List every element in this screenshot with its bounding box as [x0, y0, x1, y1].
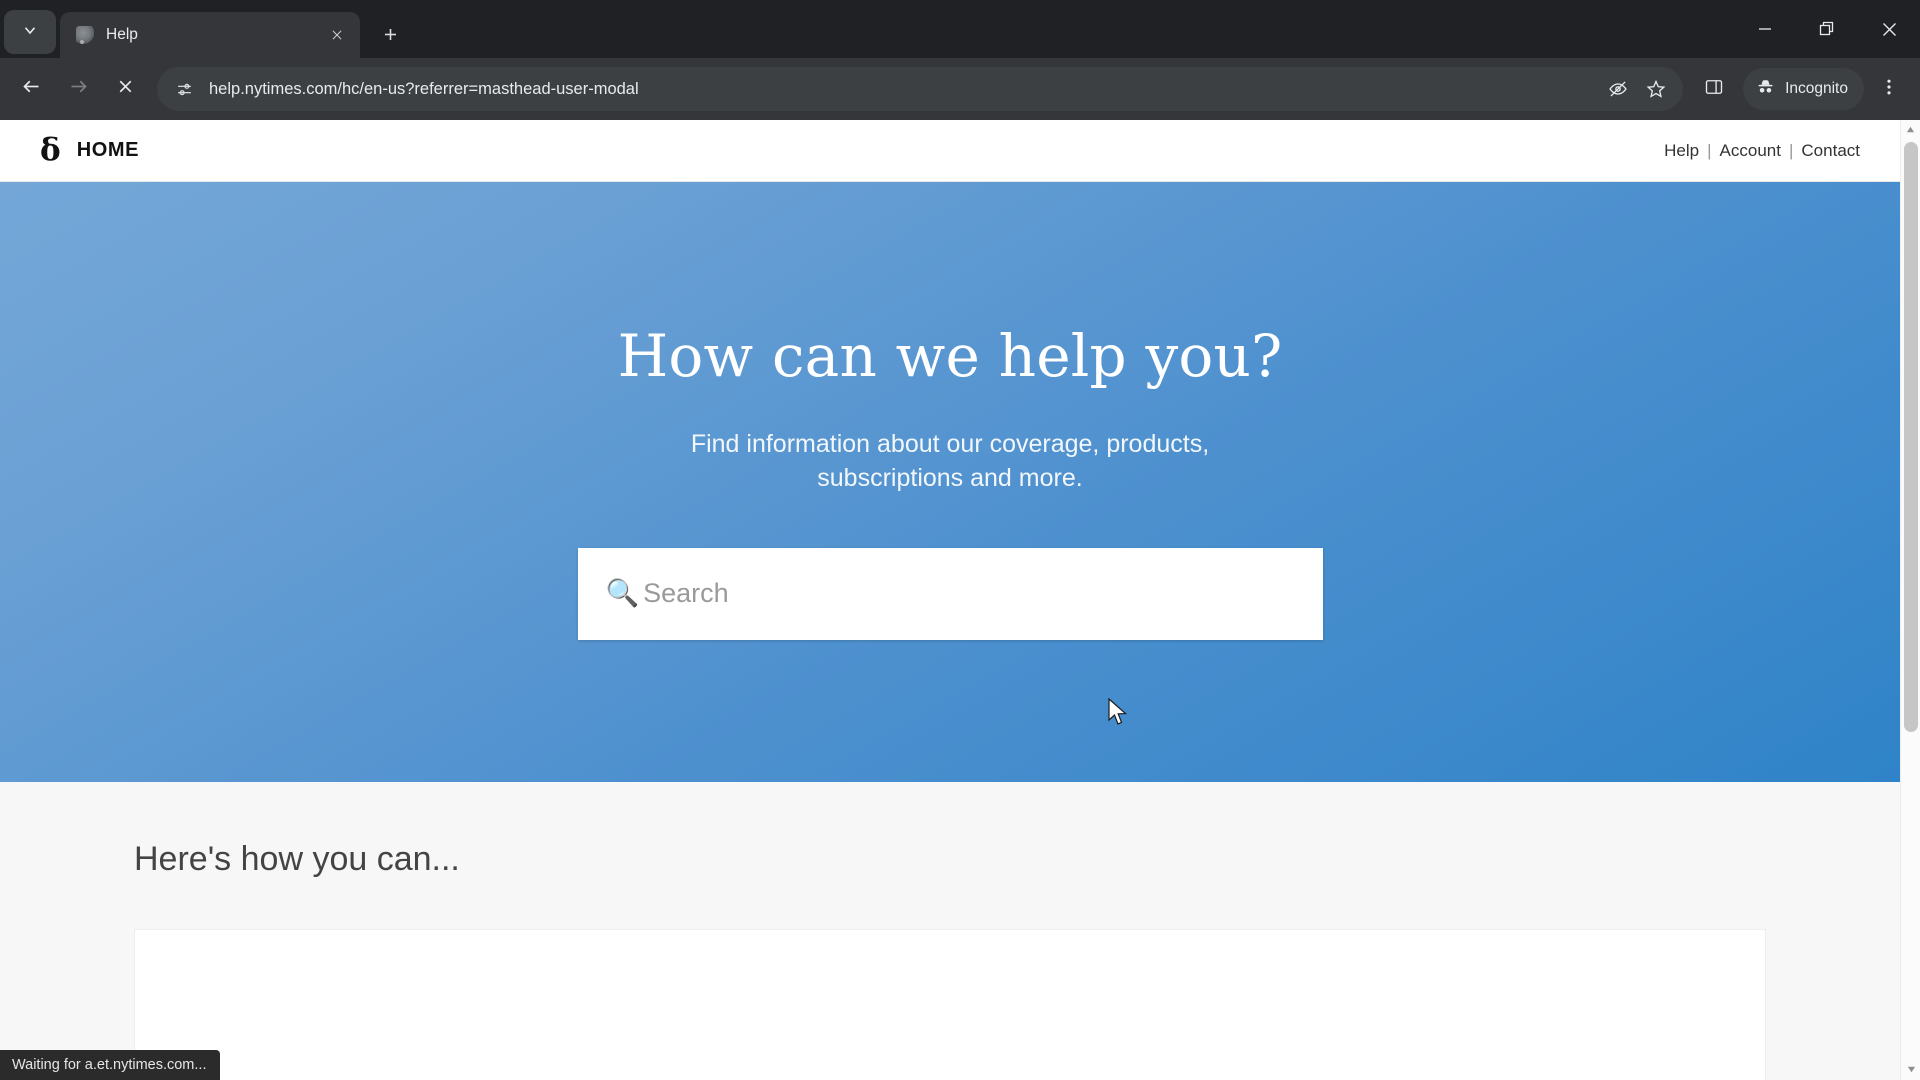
nyt-t-logo: 𝛅: [40, 132, 61, 168]
tune-settings-icon[interactable]: [171, 76, 197, 102]
incognito-hat-icon: [1755, 76, 1776, 102]
page-viewport: 𝛅 HOME Help | Account | Contact How can …: [0, 120, 1920, 1080]
address-bar-actions: [1599, 70, 1675, 108]
web-page: 𝛅 HOME Help | Account | Contact How can …: [0, 120, 1900, 1080]
tab-search-button[interactable]: [4, 10, 56, 54]
nav-link-account[interactable]: Account: [1720, 141, 1781, 161]
browser-tab[interactable]: Help: [60, 12, 360, 58]
status-bar: Waiting for a.et.nytimes.com...: [0, 1050, 221, 1080]
search-input[interactable]: 🔍 Search: [577, 547, 1323, 640]
incognito-indicator[interactable]: Incognito: [1743, 68, 1864, 110]
scroll-down-button[interactable]: [1901, 1060, 1920, 1080]
site-header: 𝛅 HOME Help | Account | Contact: [0, 120, 1900, 182]
site-logo-link[interactable]: 𝛅 HOME: [40, 135, 139, 166]
minimize-button[interactable]: [1734, 0, 1796, 58]
hero-subheading-line2: subscriptions and more.: [817, 463, 1083, 492]
star-icon[interactable]: [1637, 70, 1675, 108]
tab-strip: Help: [0, 0, 1920, 58]
new-tab-button[interactable]: [370, 14, 410, 54]
triangle-up-icon: [1906, 121, 1915, 139]
nav-link-help[interactable]: Help: [1664, 141, 1699, 161]
site-header-nav: Help | Account | Contact: [1664, 141, 1860, 161]
address-bar[interactable]: help.nytimes.com/hc/en-us?referrer=masth…: [157, 67, 1684, 111]
close-window-button[interactable]: [1858, 0, 1920, 58]
brand-word: HOME: [76, 139, 140, 161]
incognito-label: Incognito: [1785, 80, 1848, 97]
stop-loading-icon: [115, 76, 136, 102]
tab-title: Help: [106, 26, 138, 43]
scroll-up-button[interactable]: [1901, 120, 1920, 140]
nav-link-contact[interactable]: Contact: [1801, 141, 1860, 161]
browser-menu-button[interactable]: [1868, 68, 1910, 110]
maximize-restore-button[interactable]: [1796, 0, 1858, 58]
forward-button[interactable]: [57, 68, 99, 110]
nyt-favicon: [76, 26, 94, 44]
arrow-left-icon: [21, 76, 42, 102]
three-dot-menu-icon: [1879, 77, 1899, 102]
nav-separator-2: |: [1788, 140, 1794, 160]
tab-close-button[interactable]: [324, 22, 350, 48]
side-panel-button[interactable]: [1693, 68, 1735, 110]
browser-window: Help help.nytimes.com/hc/en-us?referrer=…: [0, 0, 1920, 1080]
help-topics-card: Give Feedback Manage Your Subscription U…: [134, 929, 1766, 1080]
search-placeholder: Search: [643, 578, 729, 608]
back-button[interactable]: [10, 68, 52, 110]
hero-banner: How can we help you? Find information ab…: [0, 182, 1900, 782]
section-title: Here's how you can...: [134, 840, 460, 878]
stop-loading-button[interactable]: [104, 68, 146, 110]
hero-subheading-line1: Find information about our coverage, pro…: [690, 430, 1210, 458]
hero-subheading: Find information about our coverage, pro…: [691, 428, 1209, 496]
magnifier-icon: 🔍: [605, 578, 640, 608]
browser-toolbar: help.nytimes.com/hc/en-us?referrer=masth…: [0, 58, 1920, 120]
side-panel-icon: [1704, 77, 1724, 102]
arrow-right-icon: [68, 76, 89, 102]
address-bar-url: help.nytimes.com/hc/en-us?referrer=masth…: [209, 79, 639, 98]
window-controls: [1734, 0, 1920, 58]
eye-slash-icon[interactable]: [1599, 70, 1637, 108]
help-topics-section: Here's how you can... Give Feedback Mana…: [0, 782, 1900, 1080]
chevron-down-icon: [21, 21, 39, 44]
scrollbar-thumb[interactable]: [1904, 142, 1918, 732]
page-scrollbar[interactable]: [1900, 120, 1920, 1080]
page-title: How can we help you?: [617, 322, 1283, 390]
triangle-down-icon: [1907, 1061, 1916, 1079]
nav-separator-1: |: [1707, 140, 1712, 160]
